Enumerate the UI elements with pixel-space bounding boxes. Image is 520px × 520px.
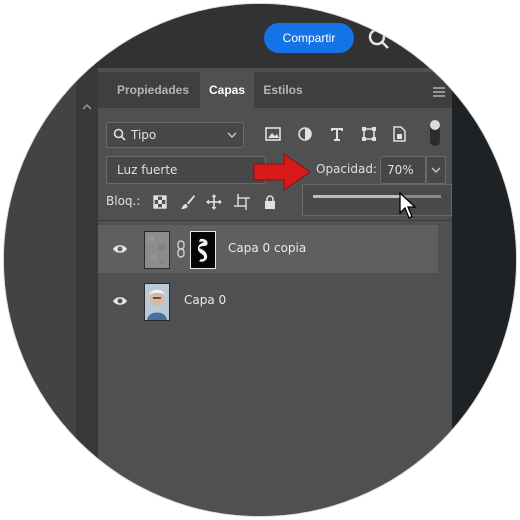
- lock-all-icon[interactable]: [262, 194, 278, 210]
- opacity-label: Opacidad:: [316, 162, 377, 176]
- layer-name: Capa 0 copia: [228, 241, 307, 255]
- mouse-pointer-icon: [399, 192, 417, 219]
- layer-name: Capa 0: [184, 293, 227, 307]
- lock-image-pixels-icon[interactable]: [180, 194, 196, 210]
- collapse-strip[interactable]: [76, 68, 98, 516]
- opacity-slider-fill: [313, 195, 403, 198]
- layer-thumbnail: [144, 283, 170, 321]
- lock-label: Bloq.:: [106, 194, 141, 208]
- chevron-down-icon: [431, 167, 441, 173]
- layer-thumbnail: [144, 231, 170, 269]
- tab-estilos[interactable]: Estilos: [254, 72, 312, 108]
- eye-icon[interactable]: [112, 294, 128, 308]
- blend-mode-select[interactable]: Luz fuerte: [106, 156, 266, 184]
- filter-toggle[interactable]: [430, 120, 440, 146]
- red-arrow-icon: [253, 153, 311, 191]
- left-panel: [4, 68, 76, 516]
- opacity-value: 70%: [387, 163, 414, 177]
- layer-row-capa-0[interactable]: Capa 0: [98, 277, 438, 325]
- layer-row-capa-0-copia[interactable]: Capa 0 copia: [98, 225, 438, 273]
- blend-mode-label: Luz fuerte: [117, 163, 178, 177]
- shape-filter-icon[interactable]: [360, 126, 378, 142]
- canvas-area: [452, 68, 516, 516]
- panel-tabs: Propiedades Capas Estilos: [98, 72, 452, 108]
- mask-link-icon[interactable]: [176, 240, 186, 258]
- adjustment-filter-icon[interactable]: [296, 126, 314, 142]
- image-filter-icon[interactable]: [264, 126, 282, 142]
- filter-kind-select[interactable]: Tipo: [106, 122, 244, 148]
- lock-position-icon[interactable]: [206, 194, 222, 210]
- opacity-slider-popup: [302, 184, 452, 216]
- toggle-knob: [430, 120, 440, 130]
- layer-mask-thumbnail[interactable]: [190, 231, 216, 269]
- share-button[interactable]: Compartir: [264, 23, 354, 53]
- layers-panel: Propiedades Capas Estilos Tipo Luz fuert…: [98, 68, 452, 516]
- chevron-up-icon[interactable]: [80, 100, 94, 114]
- search-icon[interactable]: [366, 26, 392, 52]
- top-bar: Compartir: [4, 4, 516, 68]
- eye-icon[interactable]: [112, 242, 128, 256]
- smart-object-filter-icon[interactable]: [390, 126, 408, 142]
- divider: [98, 220, 452, 221]
- screenshot-circle-frame: Compartir Propiedades Capas Estilos Tipo…: [4, 4, 516, 516]
- tab-capas[interactable]: Capas: [200, 72, 254, 108]
- tab-propiedades[interactable]: Propiedades: [106, 72, 200, 108]
- type-filter-icon[interactable]: [328, 126, 346, 142]
- filter-kind-label: Tipo: [131, 128, 157, 142]
- opacity-input[interactable]: 70%: [380, 156, 426, 184]
- chevron-down-icon: [227, 132, 237, 138]
- lock-artboard-icon[interactable]: [234, 194, 250, 210]
- search-icon: [113, 128, 126, 141]
- opacity-dropdown-button[interactable]: [426, 156, 446, 184]
- lock-transparent-pixels-icon[interactable]: [152, 194, 168, 210]
- opacity-slider[interactable]: [313, 195, 441, 198]
- panel-menu-icon[interactable]: [432, 86, 446, 98]
